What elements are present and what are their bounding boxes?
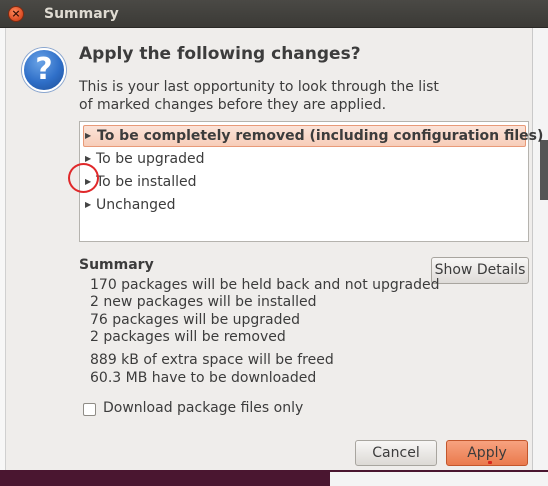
tree-row-label: To be completely removed (including conf…: [97, 128, 544, 144]
description-line: of marked changes before they are applie…: [79, 97, 387, 113]
summary-title: Summary: [79, 257, 154, 273]
space-line: 60.3 MB have to be downloaded: [90, 370, 317, 386]
cancel-button[interactable]: Cancel: [355, 440, 437, 466]
dialog-description: This is your last opportunity to look th…: [79, 78, 519, 114]
tree-row-label: Unchanged: [96, 197, 176, 213]
background-window-right: [532, 26, 548, 486]
tree-row-removed[interactable]: ▶ To be completely removed (including co…: [83, 125, 543, 147]
cursor-marker: [488, 461, 492, 464]
space-stats: 889 kB of extra space will be freed 60.3…: [90, 351, 334, 387]
summary-stats: 170 packages will be held back and not u…: [90, 277, 440, 347]
apply-button[interactable]: Apply: [446, 440, 528, 466]
tree-row-unchanged[interactable]: ▶ Unchanged: [83, 194, 526, 216]
background-window-bottom: [330, 472, 548, 486]
expander-icon[interactable]: ▶: [85, 125, 95, 147]
download-only-checkbox[interactable]: [83, 403, 96, 416]
description-line: This is your last opportunity to look th…: [79, 79, 439, 95]
background-scrollbar: [540, 140, 548, 200]
summary-line: 2 new packages will be installed: [90, 294, 317, 311]
question-icon: ?: [22, 48, 66, 92]
space-line: 889 kB of extra space will be freed: [90, 352, 334, 368]
expander-icon[interactable]: ▶: [85, 194, 95, 216]
download-only-label[interactable]: Download package files only: [103, 400, 303, 416]
tree-row-label: To be upgraded: [96, 151, 205, 167]
tree-row-upgraded[interactable]: ▶ To be upgraded: [83, 148, 526, 170]
close-icon[interactable]: ×: [8, 6, 24, 22]
tree-row-label: To be installed: [96, 174, 197, 190]
summary-line: 2 packages will be removed: [90, 329, 286, 346]
title-bar: × Summary: [0, 0, 548, 28]
dialog-heading: Apply the following changes?: [79, 44, 361, 64]
tree-row-installed[interactable]: ▶ To be installed: [83, 171, 526, 193]
show-details-button[interactable]: Show Details: [431, 257, 529, 284]
summary-line: 76 packages will be upgraded: [90, 311, 300, 328]
summary-line: 170 packages will be held back and not u…: [90, 277, 440, 293]
summary-dialog: ? Apply the following changes? This is y…: [6, 28, 543, 470]
window-title: Summary: [44, 6, 119, 22]
annotation-circle: [68, 163, 99, 193]
changes-tree[interactable]: ▶ To be completely removed (including co…: [79, 121, 543, 242]
